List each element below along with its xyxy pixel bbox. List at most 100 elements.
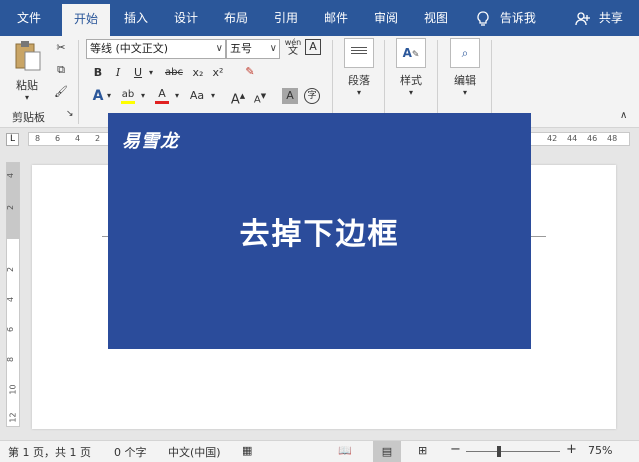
change-case-button[interactable]: Aa [186,86,208,106]
highlight-button[interactable]: ab [118,84,138,104]
zoom-slider-track[interactable] [466,451,560,452]
lightbulb-icon [477,10,489,26]
styles-label: 样式 [400,74,422,87]
font-color-button[interactable]: A [152,84,172,104]
character-shading-button[interactable]: A [282,88,298,104]
ruler-tick-label: 2 [95,134,101,143]
format-painter-button[interactable]: 🖌 [51,82,71,102]
tab-review[interactable]: 审阅 [364,0,408,36]
overlay-title: 去掉下边框 [239,217,400,252]
copy-icon: ⧉ [57,63,65,76]
search-icon: ⌕ [450,38,480,68]
zoom-level[interactable]: 75% [588,444,612,457]
title-overlay-card: 易雪龙 去掉下边框 [108,113,531,349]
tab-mailings[interactable]: 邮件 [314,0,358,36]
chevron-down-icon: ▾ [106,91,111,100]
change-case-dropdown[interactable]: ▾ [208,86,218,106]
ruler-tick-label: 10 [8,384,18,395]
shrink-font-button[interactable]: A▼ [250,86,270,106]
font-color-bar [155,101,169,104]
clipboard-group-label: 剪贴板 [12,111,45,124]
ruler-tick-label: 6 [55,134,61,143]
zoom-out-button[interactable]: − [450,442,461,457]
bold-button[interactable]: B [88,63,108,83]
chevron-up-icon: ∧ [620,110,628,121]
change-case-icon: Aa [189,89,205,102]
chevron-down-icon: ▾ [140,91,145,100]
text-effects-dropdown[interactable]: ▾ [104,86,114,106]
dialog-launcher-icon[interactable]: ↘ [66,109,74,119]
page-count-status[interactable]: 第 1 页，共 1 页 [8,444,91,460]
tell-me-button[interactable]: 告诉我 [470,0,542,36]
chevron-down-icon: ▾ [408,88,413,97]
ribbon-tab-bar: 文件 开始 插入 设计 布局 引用 邮件 审阅 视图 告诉我 共享 [0,0,639,36]
share-button[interactable]: 共享 [566,0,632,36]
tab-design-label: 设计 [173,11,198,25]
ruler-tick-label: 8 [35,134,41,143]
word-count-status[interactable]: 0 个字 [114,444,147,460]
status-bar: 第 1 页，共 1 页 0 个字 中文(中国) ▦ 📖 ▤ ⊞ − + 75% [0,440,639,462]
highlight-dropdown[interactable]: ▾ [138,86,148,106]
tab-view[interactable]: 视图 [414,0,458,36]
copy-button[interactable]: ⧉ [51,60,71,80]
tab-selector-button[interactable]: L [6,133,19,146]
collapse-ribbon-button[interactable]: ∧ [620,110,627,121]
language-status[interactable]: 中文(中国) [168,444,221,460]
ruler-tick-label: 6 [6,326,16,333]
superscript-button[interactable]: x² [208,63,228,83]
print-layout-button[interactable]: ▤ [373,441,401,462]
phonetic-guide-button[interactable]: wén 文 [283,38,303,58]
cut-button[interactable]: ✂ [51,38,71,58]
share-label: 共享 [598,11,623,25]
tab-layout[interactable]: 布局 [214,0,258,36]
character-border-button[interactable]: A [305,39,321,55]
underline-dropdown[interactable]: ▾ [146,63,156,83]
chevron-down-icon: ▾ [148,68,153,77]
ruler-tick-label: 12 [8,412,18,423]
tab-layout-label: 布局 [223,11,248,25]
editing-button[interactable]: ⌕ 编辑 ▾ [446,38,484,104]
vertical-ruler[interactable]: 4 2 2 4 6 8 10 12 [6,162,20,427]
tab-design[interactable]: 设计 [164,0,208,36]
ruler-tick-label: 4 [75,134,81,143]
macro-record-icon[interactable]: ▦ [242,444,252,457]
italic-button[interactable]: I [108,63,128,83]
tab-home[interactable]: 开始 [62,4,110,36]
clear-formatting-button[interactable]: ✎ [240,62,260,82]
tab-references[interactable]: 引用 [264,0,308,36]
tab-mailings-label: 邮件 [323,11,348,25]
paste-button[interactable]: 粘贴 ▾ [10,40,44,102]
chevron-down-icon: ∨ [215,43,223,54]
subscript-button[interactable]: x₂ [188,63,208,83]
tab-file[interactable]: 文件 [4,0,54,36]
zoom-in-button[interactable]: + [566,442,577,457]
group-divider [384,40,385,124]
font-size-combo[interactable]: 五号 ∨ [226,39,280,59]
font-name-combo[interactable]: 等线 (中文正文) ∨ [86,39,226,59]
shrink-font-icon: A [253,94,261,106]
paste-icon [15,41,41,71]
read-mode-icon[interactable]: 📖 [338,444,352,457]
tell-me-label: 告诉我 [499,11,536,25]
ruler-tick-label: 48 [607,134,618,143]
paragraph-button[interactable]: 段落 ▾ [340,38,378,104]
font-color-dropdown[interactable]: ▾ [172,86,182,106]
tab-review-label: 审阅 [373,11,398,25]
brand-logo: 易雪龙 [122,131,179,152]
grow-font-button[interactable]: A▲ [228,86,248,107]
strikethrough-button[interactable]: abc [162,63,186,83]
zoom-slider-thumb[interactable] [497,446,501,457]
tab-insert[interactable]: 插入 [114,0,158,36]
chevron-down-icon: ▾ [462,88,467,97]
styles-button[interactable]: A✎ 样式 ▾ [392,38,430,104]
web-layout-icon[interactable]: ⊞ [418,444,427,457]
ruler-tick-label: 2 [6,204,16,211]
ruler-tick-label: 46 [587,134,598,143]
chevron-down-icon: ▾ [174,91,179,100]
enclose-characters-icon: 字 [307,91,317,101]
underline-button[interactable]: U [128,63,148,83]
paste-dropdown-arrow: ▾ [24,93,29,102]
font-color-icon: A [158,87,166,100]
enclose-characters-button[interactable]: 字 [304,88,320,104]
text-effects-icon: A [92,88,104,104]
